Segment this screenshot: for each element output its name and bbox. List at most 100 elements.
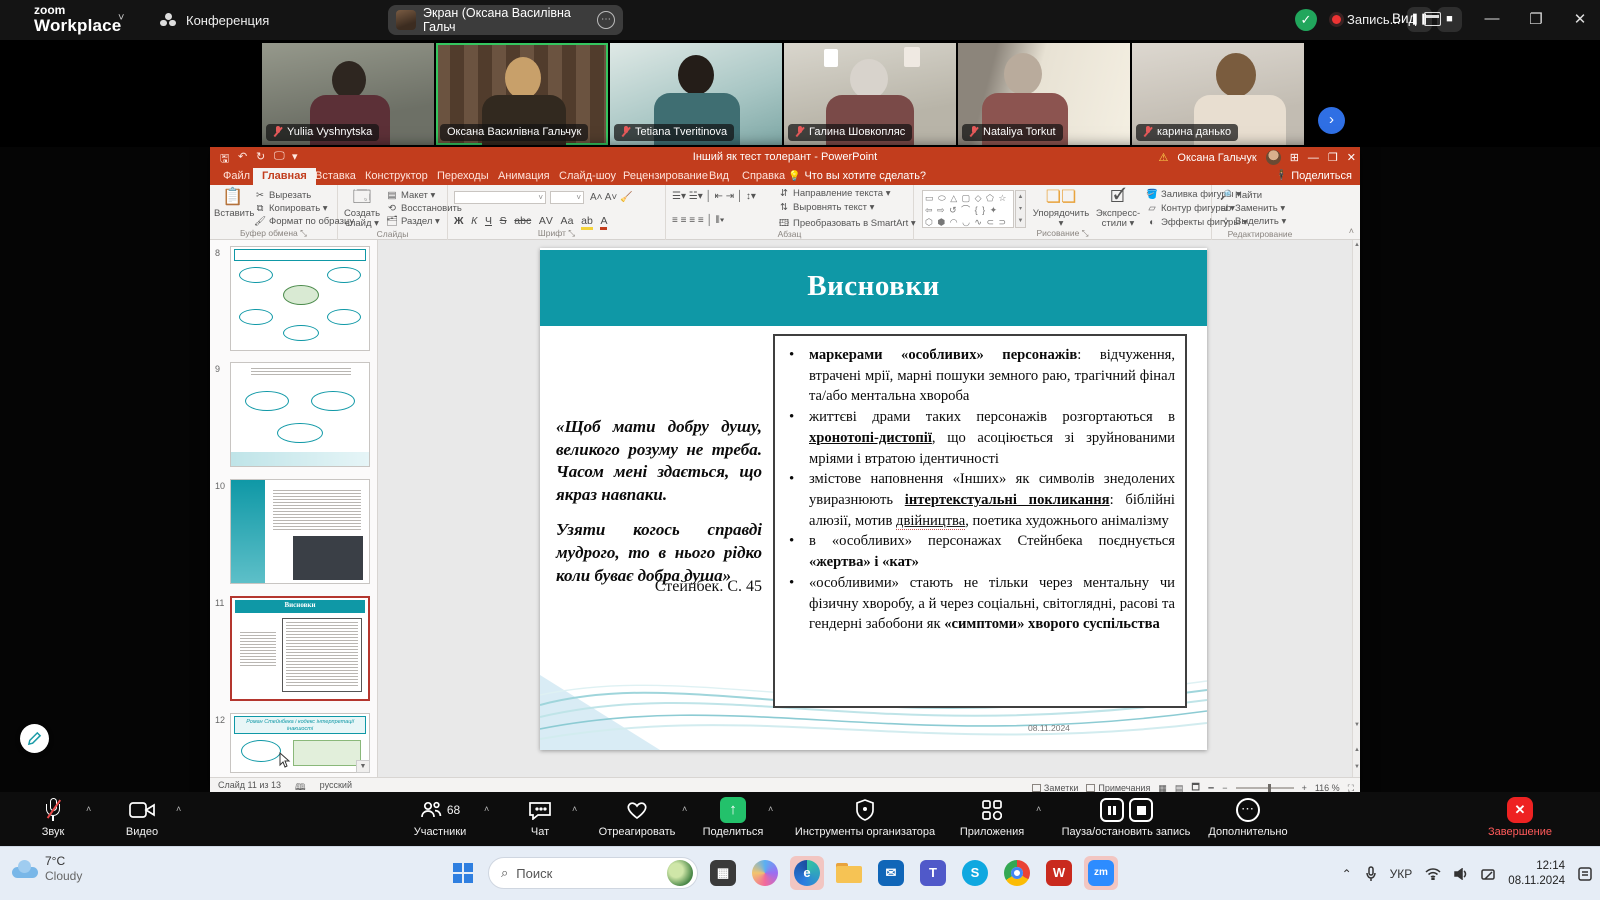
video-tile[interactable]: Галина Шовкопляс [784,43,956,145]
taskbar-teams-app[interactable]: T [916,856,950,890]
share-options-chevron[interactable]: ˄ [768,804,773,814]
bold-button[interactable]: Ж [454,215,464,227]
taskbar-file-explorer[interactable] [832,856,866,890]
strikethrough-button[interactable]: S [500,215,507,227]
replace-button[interactable]: abЗаменить ▾ [1220,203,1285,214]
previous-slide-button[interactable]: ▲ [1353,745,1361,755]
notification-center-icon[interactable] [1578,867,1592,881]
zoom-slider[interactable] [1236,787,1294,789]
align-buttons[interactable]: ≡ ≡ ≡ ≡ │ ⫴▾ [672,215,725,226]
taskbar-edge-app-active[interactable]: e [790,856,824,890]
collapse-ribbon-icon[interactable]: ˄ [1349,226,1354,236]
tab-design[interactable]: Конструктор [356,168,437,185]
thumbnail-scroll-down-button[interactable]: ▼ [356,760,370,773]
tab-meeting[interactable]: Конференция [160,6,269,34]
dialog-launcher-icon[interactable]: ⤡ [568,228,575,238]
align-text-button[interactable]: ⇅Выровнять текст ▾ [778,202,874,213]
current-slide[interactable]: Висновки «Щоб мати добру душу, великого … [540,248,1207,750]
start-button[interactable] [446,856,480,890]
paste-button[interactable]: 📋Вставить [214,188,252,219]
slide-thumbnail-12[interactable]: Роман Стейнбека і кодекс інтерпретації і… [230,713,370,773]
participants-options-chevron[interactable]: ˄ [484,804,489,814]
language-switcher[interactable]: УКР [1390,867,1413,881]
taskbar-search-box[interactable]: ⌕ Поиск [488,857,698,889]
ppt-restore-button[interactable]: ❐ [1328,151,1338,164]
subscript-button[interactable]: abc [514,215,531,227]
quote-textbox[interactable]: «Щоб мати добру душу, великого розуму не… [556,416,762,587]
annotation-pencil-button[interactable] [20,724,49,753]
slide-thumbnail-11-selected[interactable]: Висновки [230,596,370,701]
chat-options-chevron[interactable]: ˄ [572,804,577,814]
scroll-up-button[interactable]: ▲ [1353,240,1361,250]
taskbar-zoom-app-active[interactable]: zm [1084,856,1118,890]
end-meeting-button[interactable]: ✕ Завершение [1480,797,1560,838]
taskbar-photos-app[interactable]: ▦ [706,856,740,890]
conclusions-textbox[interactable]: маркерами «особливих» персонажів: відчуж… [773,334,1187,708]
audio-button[interactable]: Звук [24,797,82,838]
copy-button[interactable]: ⧉Копировать ▾ [254,203,328,214]
video-options-chevron[interactable]: ˄ [176,804,181,814]
ribbon-display-options-icon[interactable]: ⊞ [1290,151,1299,164]
slide-thumbnail-9[interactable] [230,362,370,467]
video-tile-active-speaker[interactable]: Оксана Василівна Гальчук [436,43,608,145]
gallery-view-icon[interactable] [1424,12,1441,26]
participants-button[interactable]: 68 Участники [400,797,480,838]
tab-transitions[interactable]: Переходы [428,168,498,185]
change-case-button[interactable]: Аа [561,215,574,227]
more-button[interactable]: ⋯ Дополнительно [1198,797,1298,838]
wifi-icon[interactable] [1425,868,1441,880]
minimize-button[interactable]: — [1478,10,1506,27]
tray-clock[interactable]: 12:14 08.11.2024 [1508,859,1565,889]
account-avatar[interactable] [1266,150,1281,165]
tab-shared-screen[interactable]: Экран (Оксана Василівна Гальч ⋯ [388,5,623,35]
stop-icon[interactable] [1129,798,1153,822]
video-tile[interactable]: Tetiana Tveritinova [610,43,782,145]
close-button[interactable]: ✕ [1566,10,1594,28]
apps-options-chevron[interactable]: ˄ [1036,804,1041,814]
cut-button[interactable]: ✂Вырезать [254,190,311,201]
list-buttons[interactable]: ☰▾ ☱▾ │ ⇤ ⇥ │ ↕▾ [672,191,756,202]
view-button[interactable]: Вид [1392,11,1416,26]
taskbar-copilot-app[interactable] [748,856,782,890]
react-button[interactable]: Отреагировать [594,797,680,838]
host-tools-button[interactable]: Инструменты организатора [790,797,940,838]
ppt-close-button[interactable]: ✕ [1347,151,1356,164]
video-tile[interactable]: карина данько [1132,43,1304,145]
zoom-slider-thumb[interactable] [1268,784,1271,792]
underline-button[interactable]: Ч [485,215,492,227]
arrange-button[interactable]: ❏❏Упорядочить ▾ [1030,188,1092,230]
search-daily-image[interactable] [667,860,693,886]
more-options-icon[interactable]: ⋯ [597,11,615,29]
react-options-chevron[interactable]: ˄ [682,804,687,814]
tab-animations[interactable]: Анимация [489,168,559,185]
tell-me-box[interactable]: 💡Что вы хотите сделать? [788,168,926,185]
share-screen-button[interactable]: ↑ Поделиться [700,797,766,838]
slide-thumbnail-10[interactable] [230,479,370,584]
slide-thumbnail-8[interactable] [230,246,370,351]
text-direction-button[interactable]: ⇵Направление текста ▾ [778,188,890,199]
tab-help[interactable]: Справка [733,168,794,185]
shapes-gallery[interactable]: ▭ ⬭ △ ▢ ◇ ⬠ ☆⇦ ⇨ ↺ ⌒ { } ✦⬡ ⬢ ◠ ◡ ∿ ⊂ ⊃ [922,190,1014,228]
quick-styles-button[interactable]: 🗹Экспресс-стили ▾ [1092,188,1144,230]
slide-scrollbar[interactable]: ▲ ▼ ▲ ▼ [1352,240,1360,777]
audio-options-chevron[interactable]: ˄ [86,804,91,814]
dialog-launcher-icon[interactable]: ⤡ [1082,228,1089,238]
restore-button[interactable]: ❐ [1522,10,1550,28]
video-tile[interactable]: Nataliya Torkut [958,43,1130,145]
next-slide-button[interactable]: ▼ [1353,762,1361,772]
taskbar-skype-app[interactable]: S [958,856,992,890]
video-button[interactable]: Видео [112,797,172,838]
font-name-combobox[interactable] [454,191,546,204]
next-participants-button[interactable]: › [1318,107,1345,134]
pause-stop-recording-button[interactable]: Пауза/остановить запись [1046,797,1206,838]
shapes-gallery-scroll[interactable]: ▲▾▼ [1015,190,1026,228]
clear-formatting-icon[interactable]: 🧹 [620,192,632,203]
account-name[interactable]: Оксана Гальчук [1177,152,1256,164]
italic-button[interactable]: К [471,215,477,227]
taskbar-wordwall-app[interactable]: W [1042,856,1076,890]
taskbar-outlook-app[interactable]: ✉ [874,856,908,890]
chevron-down-icon[interactable]: ˅ [118,12,124,24]
video-tile[interactable]: Yuliia Vyshnytska [262,43,434,145]
apps-button[interactable]: Приложения [950,797,1034,838]
font-size-combobox[interactable] [550,191,584,204]
